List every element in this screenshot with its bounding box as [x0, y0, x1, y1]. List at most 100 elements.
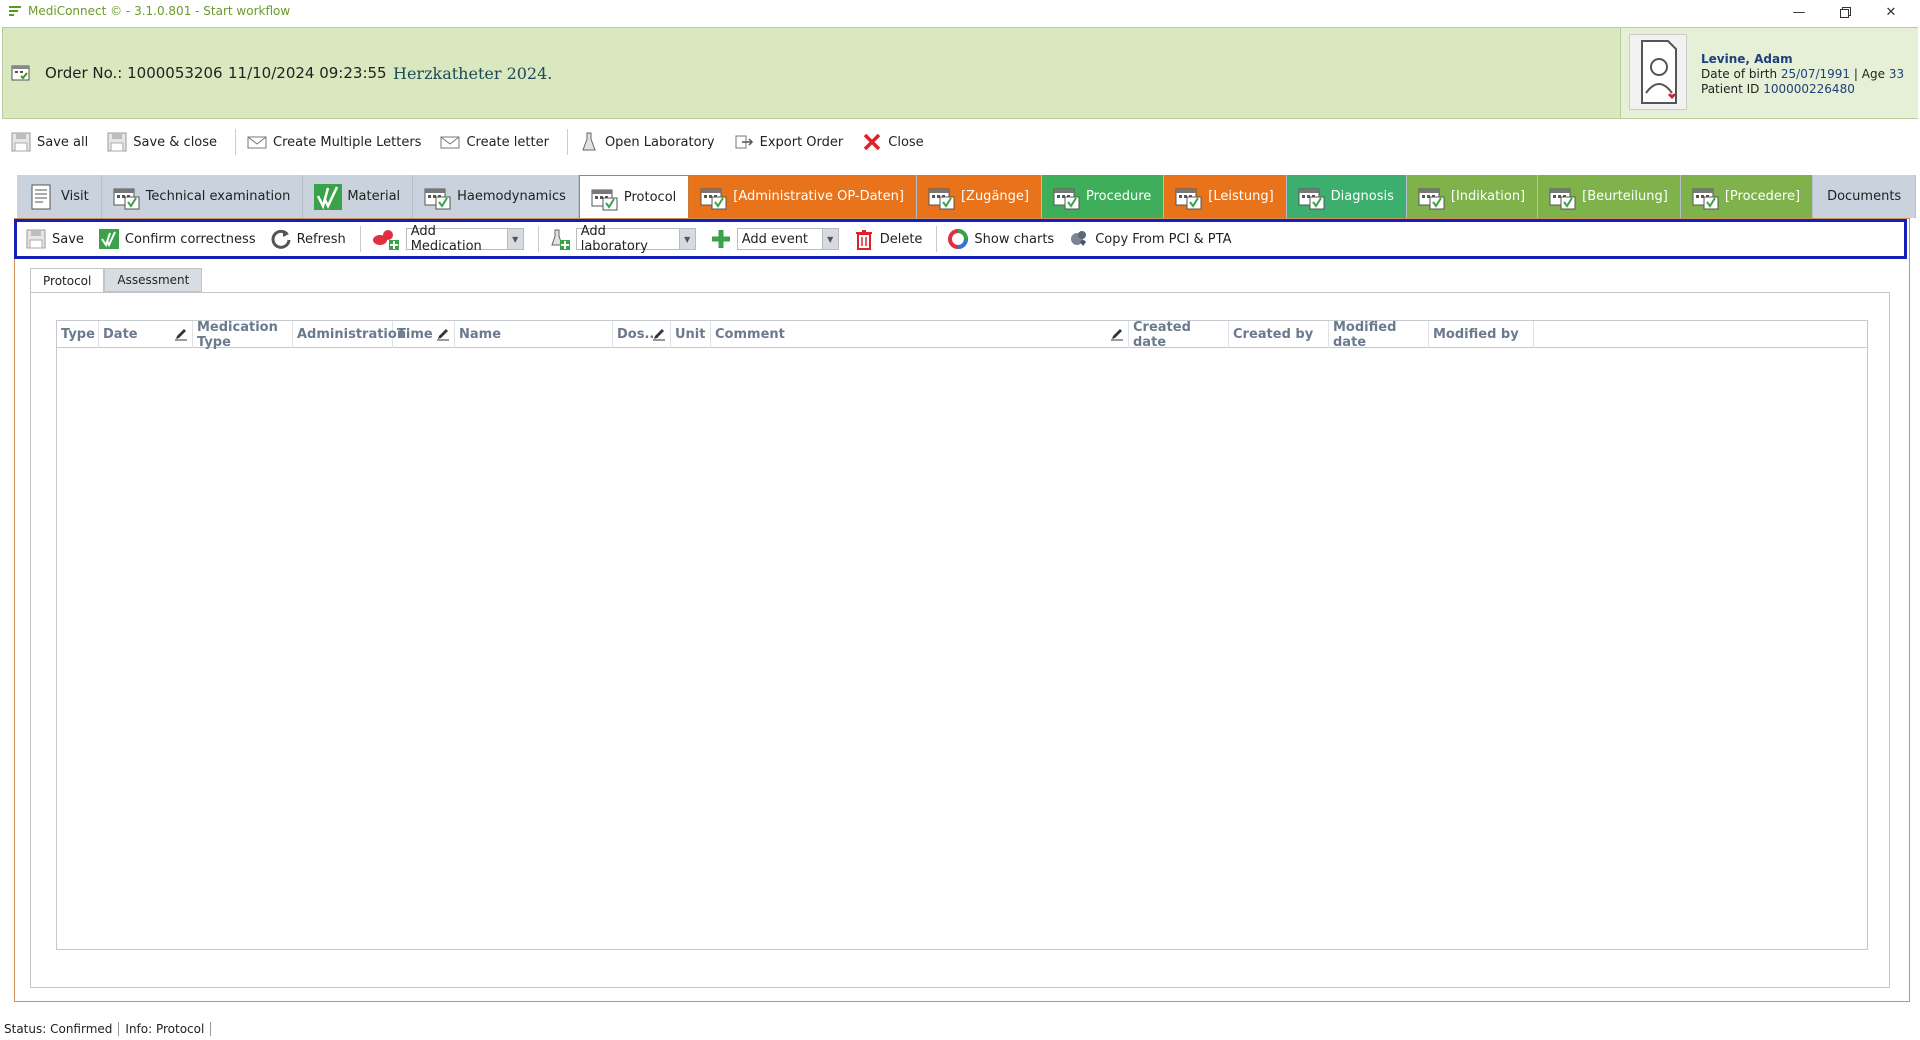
tab-procedere[interactable]: [Procedere] [1680, 175, 1814, 218]
tab-diagnosis[interactable]: Diagnosis [1286, 175, 1407, 218]
column-header[interactable]: Modified date [1329, 320, 1429, 350]
copy-heart-icon [1071, 231, 1087, 246]
tab-protocol[interactable]: Protocol [578, 175, 690, 219]
refresh-button[interactable]: Refresh [270, 224, 346, 254]
column-header[interactable]: Time [393, 321, 455, 348]
lab-flask-add-icon [551, 229, 570, 250]
confirm-correctness-button[interactable]: Confirm correctness [98, 224, 256, 254]
tab-label: Visit [61, 189, 89, 204]
save-close-button[interactable]: Save & close [106, 127, 227, 157]
module-tabs: Visit Technical examination Material Haemod… [17, 175, 1917, 219]
protocol-save-button[interactable]: Save [25, 224, 84, 254]
info-text: Info: Protocol [125, 1022, 212, 1036]
refresh-icon [271, 229, 291, 249]
add-medication-group: Add Medication ▼ [371, 224, 524, 254]
refresh-label: Refresh [296, 231, 346, 247]
save-all-button[interactable]: Save all [10, 127, 98, 157]
tab-administrative-op-daten[interactable]: [Administrative OP-Daten] [689, 175, 917, 218]
copy-from-pci-button[interactable]: Copy From PCI & PTA [1068, 224, 1231, 254]
create-multiple-letters-button[interactable]: Create Multiple Letters [246, 127, 431, 157]
patient-info: Levine, Adam Date of birth 25/07/1991 | … [1701, 52, 1904, 97]
patient-card[interactable]: Levine, Adam Date of birth 25/07/1991 | … [1620, 28, 1918, 118]
tab-leistung[interactable]: [Leistung] [1164, 175, 1287, 218]
create-letter-button[interactable]: Create letter [439, 127, 558, 157]
tab-beurteilung[interactable]: [Beurteilung] [1538, 175, 1681, 218]
tab-material[interactable]: Material [303, 175, 414, 218]
tab-label: Procedure [1085, 189, 1152, 204]
toolbar-separator [566, 129, 568, 155]
save-close-label: Save & close [133, 134, 218, 150]
column-header[interactable]: Comment [711, 321, 1129, 348]
tab-label: [Indikation] [1450, 189, 1526, 204]
column-header[interactable]: Dos... [613, 321, 671, 348]
tab-label: Material [347, 189, 401, 204]
show-charts-button[interactable]: Show charts [947, 224, 1054, 254]
tab-haemodynamics[interactable]: Haemodynamics [413, 175, 579, 218]
patient-name: Levine, Adam [1701, 52, 1793, 66]
column-header[interactable]: Administration [293, 321, 406, 348]
status-text: Status: Confirmed [4, 1022, 120, 1036]
calendar-check-icon [590, 185, 620, 211]
inner-tabs: Protocol Assessment [30, 268, 203, 292]
chevron-down-icon[interactable]: ▼ [821, 229, 838, 249]
column-header-label: Name [459, 327, 502, 342]
protocol-grid[interactable]: Type Date Medication Type Administration Tim… [56, 320, 1868, 950]
column-header[interactable]: Created by [1229, 321, 1329, 348]
toolbar-separator [235, 129, 237, 155]
chevron-down-icon[interactable]: ▼ [506, 229, 523, 249]
pencil-icon [437, 329, 449, 341]
column-header-label: Administration [297, 327, 407, 342]
toolbar-separator [936, 226, 938, 252]
minimize-button[interactable]: — [1776, 0, 1822, 24]
protocol-save-label: Save [52, 231, 84, 247]
patient-id-row: Patient ID 100000226480 [1701, 82, 1904, 97]
tab-documents[interactable]: Documents [1813, 175, 1917, 218]
tab-label: [Leistung] [1208, 189, 1274, 204]
column-header[interactable]: Name [455, 321, 613, 348]
tab-assessment[interactable]: Assessment [104, 268, 203, 292]
patient-avatar-icon [1641, 40, 1677, 104]
add-laboratory-dropdown[interactable]: Add laboratory ▼ [575, 224, 696, 254]
open-laboratory-label: Open Laboratory [604, 134, 715, 150]
close-order-button[interactable]: Close [861, 127, 933, 157]
column-header[interactable]: Created date [1129, 320, 1229, 350]
order-datetime: 11/10/2024 09:23:55 [228, 64, 387, 82]
column-header-label: Date [103, 327, 138, 342]
export-order-label: Export Order [759, 134, 844, 150]
tab-visit[interactable]: Visit [17, 175, 102, 218]
restore-button[interactable] [1822, 0, 1868, 24]
export-order-button[interactable]: Export Order [733, 127, 854, 157]
close-window-button[interactable]: ✕ [1868, 0, 1914, 24]
tab-label: Haemodynamics [457, 189, 566, 204]
tab-label: [Procedere] [1724, 189, 1801, 204]
order-header: Order No.: 1000053206 11/10/2024 09:23:5… [2, 27, 1918, 119]
tab-label: [Zugänge] [960, 189, 1029, 204]
add-event-dropdown[interactable]: Add event ▼ [736, 228, 839, 250]
tab-zug-nge[interactable]: [Zugänge] [916, 175, 1042, 218]
column-header[interactable]: Type [57, 321, 99, 348]
show-charts-label: Show charts [974, 231, 1055, 247]
tab-label: [Administrative OP-Daten] [733, 189, 904, 204]
column-header[interactable]: Date [99, 321, 193, 348]
tab-protocol[interactable]: Protocol [30, 268, 105, 292]
tab-indikation[interactable]: [Indikation] [1406, 175, 1539, 218]
tab-technical-examination[interactable]: Technical examination [101, 175, 304, 218]
column-header[interactable]: Unit [671, 321, 711, 348]
envelope-icon [247, 136, 267, 149]
tab-procedure[interactable]: Procedure [1041, 175, 1165, 218]
add-medication-dropdown[interactable]: Add Medication ▼ [405, 224, 524, 254]
order-title: Herzkatheter 2024. [393, 64, 553, 83]
pencil-icon [175, 329, 187, 341]
chevron-down-icon[interactable]: ▼ [678, 229, 695, 249]
column-header[interactable]: Medication Type [193, 320, 293, 350]
tab-label: Diagnosis [1330, 189, 1394, 204]
delete-button[interactable]: Delete [853, 224, 922, 254]
column-header[interactable]: Modified by [1429, 321, 1534, 348]
floppy-icon [26, 229, 46, 249]
calendar-check-icon [1691, 184, 1721, 210]
app-logo-icon [9, 6, 21, 16]
add-laboratory-label: Add laboratory [580, 224, 648, 254]
pencil-icon [653, 329, 665, 341]
plus-icon [711, 230, 730, 248]
open-laboratory-button[interactable]: Open Laboratory [578, 127, 725, 157]
